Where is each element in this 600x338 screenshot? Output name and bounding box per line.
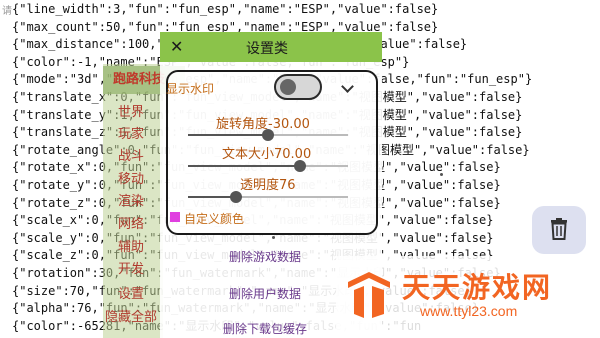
- text-size-slider-fill: [188, 165, 300, 167]
- toggle-knob[interactable]: [280, 79, 296, 95]
- watermark-title: 天天游戏网: [402, 271, 553, 304]
- gutter-label: 请: [2, 6, 12, 17]
- custom-color-label[interactable]: 自定义颜色: [184, 210, 244, 227]
- sidebar-item[interactable]: 世界: [118, 101, 144, 120]
- delete-user-data-button[interactable]: 删除用户数据: [229, 285, 301, 302]
- alpha-slider-thumb[interactable]: [230, 191, 242, 203]
- code-line: {"line_width":3,"fun":"fun_esp","name":"…: [12, 2, 439, 16]
- watermark-url: www.ttyl23.com: [420, 303, 518, 319]
- show-watermark-label: 显示水印: [166, 82, 215, 96]
- close-icon[interactable]: ✕: [170, 37, 183, 56]
- sidebar-item[interactable]: 设置: [118, 283, 144, 302]
- sidebar-item[interactable]: 渲染: [118, 190, 144, 209]
- rotation-slider-label: 旋转角度-30.00: [216, 117, 310, 132]
- decorative-dot: [440, 173, 443, 176]
- trash-icon[interactable]: [550, 218, 568, 240]
- sidebar-item[interactable]: 隐藏全部: [105, 306, 157, 325]
- sidebar-item[interactable]: 网络: [118, 213, 144, 232]
- delete-game-data-button[interactable]: 删除游戏数据: [229, 248, 301, 265]
- rotation-slider-fill: [188, 134, 268, 136]
- text-size-slider-thumb[interactable]: [294, 160, 306, 172]
- alpha-slider-label: 透明度76: [240, 178, 296, 193]
- panel-title: 设置类: [246, 41, 288, 57]
- sidebar-item[interactable]: 战斗: [118, 145, 144, 164]
- delete-download-cache-button[interactable]: 删除下载包缓存: [223, 320, 307, 337]
- rotation-slider-thumb[interactable]: [262, 129, 274, 141]
- sidebar-item[interactable]: 移动: [118, 168, 144, 187]
- decorative-dot: [272, 236, 275, 239]
- color-swatch[interactable]: [170, 212, 180, 222]
- alpha-slider-fill: [188, 196, 236, 198]
- site-logo-icon: [348, 272, 390, 318]
- sidebar-item[interactable]: 辅助: [118, 236, 144, 255]
- sidebar-item[interactable]: 开发: [118, 258, 144, 277]
- sidebar-item[interactable]: 玩家: [118, 123, 144, 142]
